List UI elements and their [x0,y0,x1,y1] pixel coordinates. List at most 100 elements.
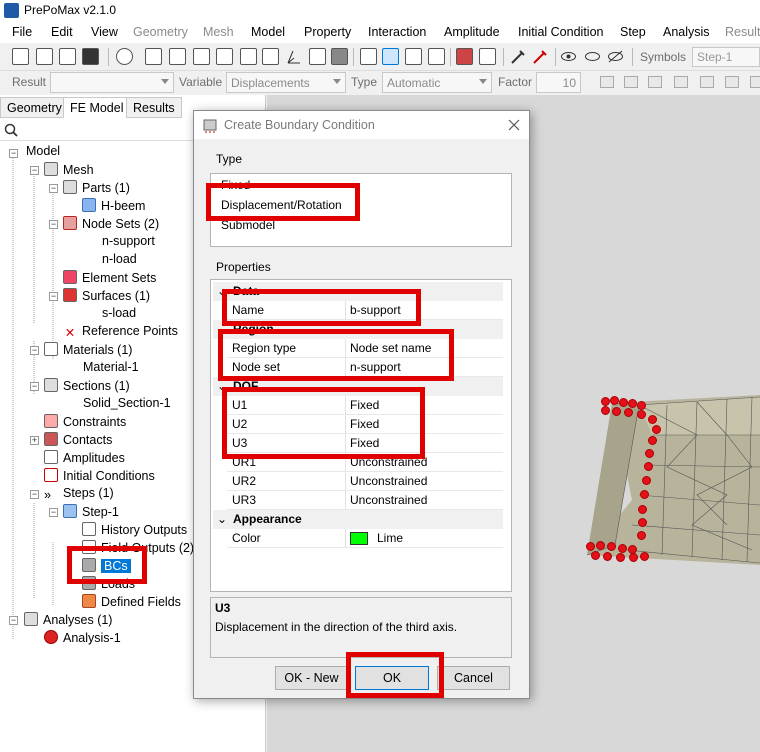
category-region[interactable]: ⌄ Region [213,320,503,339]
menu-property[interactable]: Property [304,25,351,39]
mesh-edges-icon[interactable] [405,48,422,65]
result-select[interactable] [50,72,174,93]
menu-view[interactable]: View [91,25,118,39]
expander-contacts[interactable]: + [30,436,39,445]
explode-icon[interactable] [456,48,473,65]
menu-interaction[interactable]: Interaction [368,25,426,39]
expander-surfaces[interactable]: − [49,292,58,301]
view-bottom-icon[interactable] [216,48,233,65]
expander-step-1[interactable]: − [49,508,58,517]
clear-selection-icon[interactable] [532,48,549,65]
tree-node-surfaces[interactable]: Surfaces (1) [63,288,150,306]
menu-initial-condition[interactable]: Initial Condition [518,25,603,39]
property-ur1[interactable]: UR1 Unconstrained [227,453,503,472]
menu-geometry[interactable]: Geometry [133,25,188,39]
hide-eye-icon[interactable] [584,48,601,65]
property-node-set[interactable]: Node set n-support [227,358,503,377]
expander-materials[interactable]: − [30,346,39,355]
category-dof[interactable]: ⌄ DOF [213,377,503,396]
tree-node-material-1[interactable]: Material-1 [83,360,139,378]
variable-select[interactable]: Displacements [226,72,346,93]
wireframe-icon[interactable] [360,48,377,65]
tree-node-n-load[interactable]: n-load [102,252,137,270]
shaded-edges-icon[interactable] [382,48,399,65]
save-icon[interactable] [82,48,99,65]
tree-node-field-outputs[interactable]: Field Outputs (2) [82,540,194,558]
property-ur2[interactable]: UR2 Unconstrained [227,472,503,491]
factor-input[interactable]: 10 [536,72,581,93]
expander-steps[interactable]: − [30,490,39,499]
animate-icon[interactable] [725,76,739,88]
tree-node-bcs[interactable]: BCs [82,558,131,576]
menu-file[interactable]: File [12,25,32,39]
menu-analysis[interactable]: Analysis [663,25,710,39]
tree-node-node-sets[interactable]: Node Sets (2) [63,216,159,234]
axes-icon[interactable] [285,48,302,65]
tree-node-element-sets[interactable]: Element Sets [63,270,156,288]
view-front-icon[interactable] [145,48,162,65]
property-region-type[interactable]: Region type Node set name [227,339,503,358]
property-color[interactable]: Color Lime [227,529,503,548]
invert-visibility-icon[interactable] [607,48,624,65]
expander-parts[interactable]: − [49,184,58,193]
tree-node-mesh[interactable]: Mesh [44,162,94,180]
tree-node-contacts[interactable]: Contacts [44,432,112,450]
tree-node-reference-points[interactable]: ✕ Reference Points [63,324,178,342]
menu-step[interactable]: Step [620,25,646,39]
category-appearance[interactable]: ⌄ Appearance [213,510,503,529]
tree-node-analysis-1[interactable]: Analysis-1 [44,630,121,648]
undeformed-icon[interactable] [600,76,614,88]
first-increment-icon[interactable] [674,76,688,88]
expander-mesh[interactable]: − [30,166,39,175]
tab-geometry[interactable]: Geometry [0,97,69,118]
shaded-icon[interactable] [331,48,348,65]
type-select[interactable]: Automatic [382,72,492,93]
view-top-icon[interactable] [193,48,210,65]
tree-node-history-outputs[interactable]: History Outputs [82,522,187,540]
ok-button[interactable]: OK [355,666,429,690]
tree-node-materials[interactable]: Materials (1) [44,342,132,360]
menu-amplitude[interactable]: Amplitude [444,25,500,39]
color-swatch[interactable] [350,532,368,545]
property-name[interactable]: Name b-support [227,301,503,320]
tree-node-model[interactable]: Model [26,144,60,162]
open-file-icon[interactable] [36,48,53,65]
tree-node-defined-fields[interactable]: Defined Fields [82,594,181,612]
expander-sections[interactable]: − [30,382,39,391]
pick-icon[interactable] [510,48,527,65]
property-u2[interactable]: U2 Fixed [227,415,503,434]
tree-node-n-support[interactable]: n-support [102,234,155,252]
property-u1[interactable]: U1 Fixed [227,396,503,415]
section-view-icon[interactable] [428,48,445,65]
view-left-icon[interactable] [240,48,257,65]
tree-node-constraints[interactable]: Constraints [44,414,126,432]
previous-increment-icon[interactable] [700,76,714,88]
menu-mesh[interactable]: Mesh [203,25,234,39]
tree-node-initial-conditions[interactable]: Initial Conditions [44,468,155,486]
next-increment-icon[interactable] [750,76,760,88]
tree-node-sections[interactable]: Sections (1) [44,378,130,396]
view-right-icon[interactable] [262,48,279,65]
property-ur3[interactable]: UR3 Unconstrained [227,491,503,510]
show-eye-icon[interactable] [560,48,577,65]
step-selector[interactable]: Step-1 [692,47,760,67]
tree-node-parts[interactable]: Parts (1) [63,180,130,198]
tree-node-h-beem[interactable]: H-beem [82,198,145,216]
query-icon[interactable] [479,48,496,65]
isometric-icon[interactable] [309,48,326,65]
tree-node-amplitudes[interactable]: Amplitudes [44,450,125,468]
zoom-icon[interactable] [116,48,133,65]
tree-node-solid-section-1[interactable]: Solid_Section-1 [83,396,171,414]
tab-results[interactable]: Results [126,97,182,118]
property-u3[interactable]: U3 Fixed [227,434,503,453]
type-option-fixed[interactable]: Fixed [221,178,250,192]
menu-model[interactable]: Model [251,25,285,39]
tree-node-step-1[interactable]: Step-1 [63,504,119,522]
import-icon[interactable] [59,48,76,65]
tree-node-loads[interactable]: Loads [82,576,135,594]
expander-analyses[interactable]: − [9,616,18,625]
deformed-icon[interactable] [624,76,638,88]
category-data[interactable]: ⌄ Data [213,282,503,301]
expander-model[interactable]: − [9,149,18,158]
new-file-icon[interactable] [12,48,29,65]
